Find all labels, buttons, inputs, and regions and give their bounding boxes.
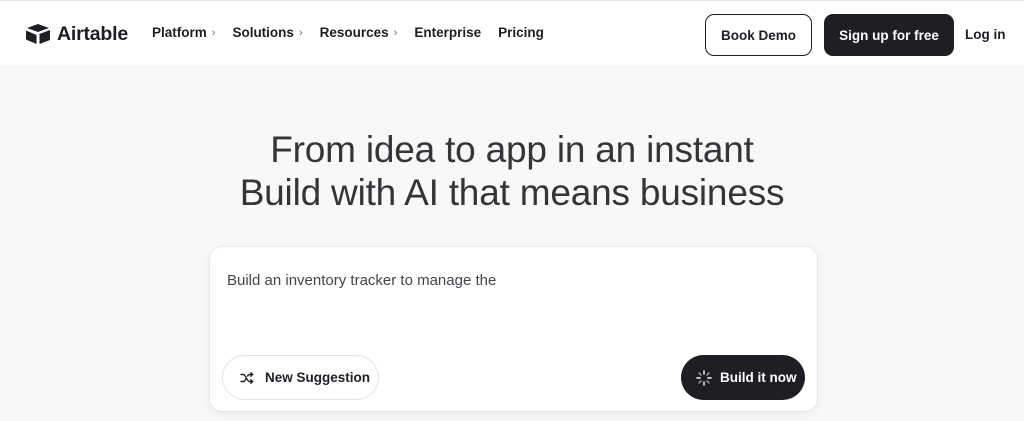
login-link[interactable]: Log in [965, 27, 1006, 42]
nav-resources-label: Resources [319, 25, 389, 40]
build-it-now-button[interactable]: Build it now [681, 355, 805, 400]
nav-enterprise-label: Enterprise [414, 25, 482, 40]
build-it-now-label: Build it now [720, 370, 797, 385]
new-suggestion-label: New Suggestion [265, 370, 371, 385]
shuffle-icon [240, 371, 254, 384]
spinner-icon [696, 369, 712, 386]
nav-pricing-label: Pricing [498, 25, 544, 40]
hero-line-1: From idea to app in an instant [270, 129, 754, 170]
nav-platform-label: Platform [152, 25, 207, 40]
airtable-logo[interactable]: Airtable [25, 21, 128, 47]
prompt-input[interactable]: Build an inventory tracker to manage the [227, 272, 496, 289]
nav-solutions-label: Solutions [232, 25, 294, 40]
top-navigation-bar: Airtable Platform › Solutions › Resource… [0, 0, 1024, 66]
nav-platform[interactable]: Platform › [152, 25, 215, 40]
chevron-right-icon: › [393, 26, 398, 39]
signup-button[interactable]: Sign up for free [824, 14, 954, 56]
book-demo-button[interactable]: Book Demo [705, 14, 812, 56]
chevron-right-icon: › [298, 26, 303, 39]
chevron-right-icon: › [211, 26, 216, 39]
nav-pricing[interactable]: Pricing [498, 25, 544, 40]
nav-resources[interactable]: Resources › [320, 25, 398, 40]
hero-line-2: Build with AI that means business [239, 172, 785, 213]
brand-name: Airtable [57, 22, 129, 45]
airtable-logo-icon [26, 24, 50, 44]
main-nav: Platform › Solutions › Resources › Enter… [152, 25, 561, 40]
new-suggestion-button[interactable]: New Suggestion [222, 355, 379, 400]
ai-prompt-card: Build an inventory tracker to manage the… [210, 247, 817, 411]
nav-solutions[interactable]: Solutions › [232, 25, 302, 40]
nav-enterprise[interactable]: Enterprise [414, 25, 481, 40]
hero-headline: From idea to app in an instant Build wit… [0, 128, 1024, 214]
